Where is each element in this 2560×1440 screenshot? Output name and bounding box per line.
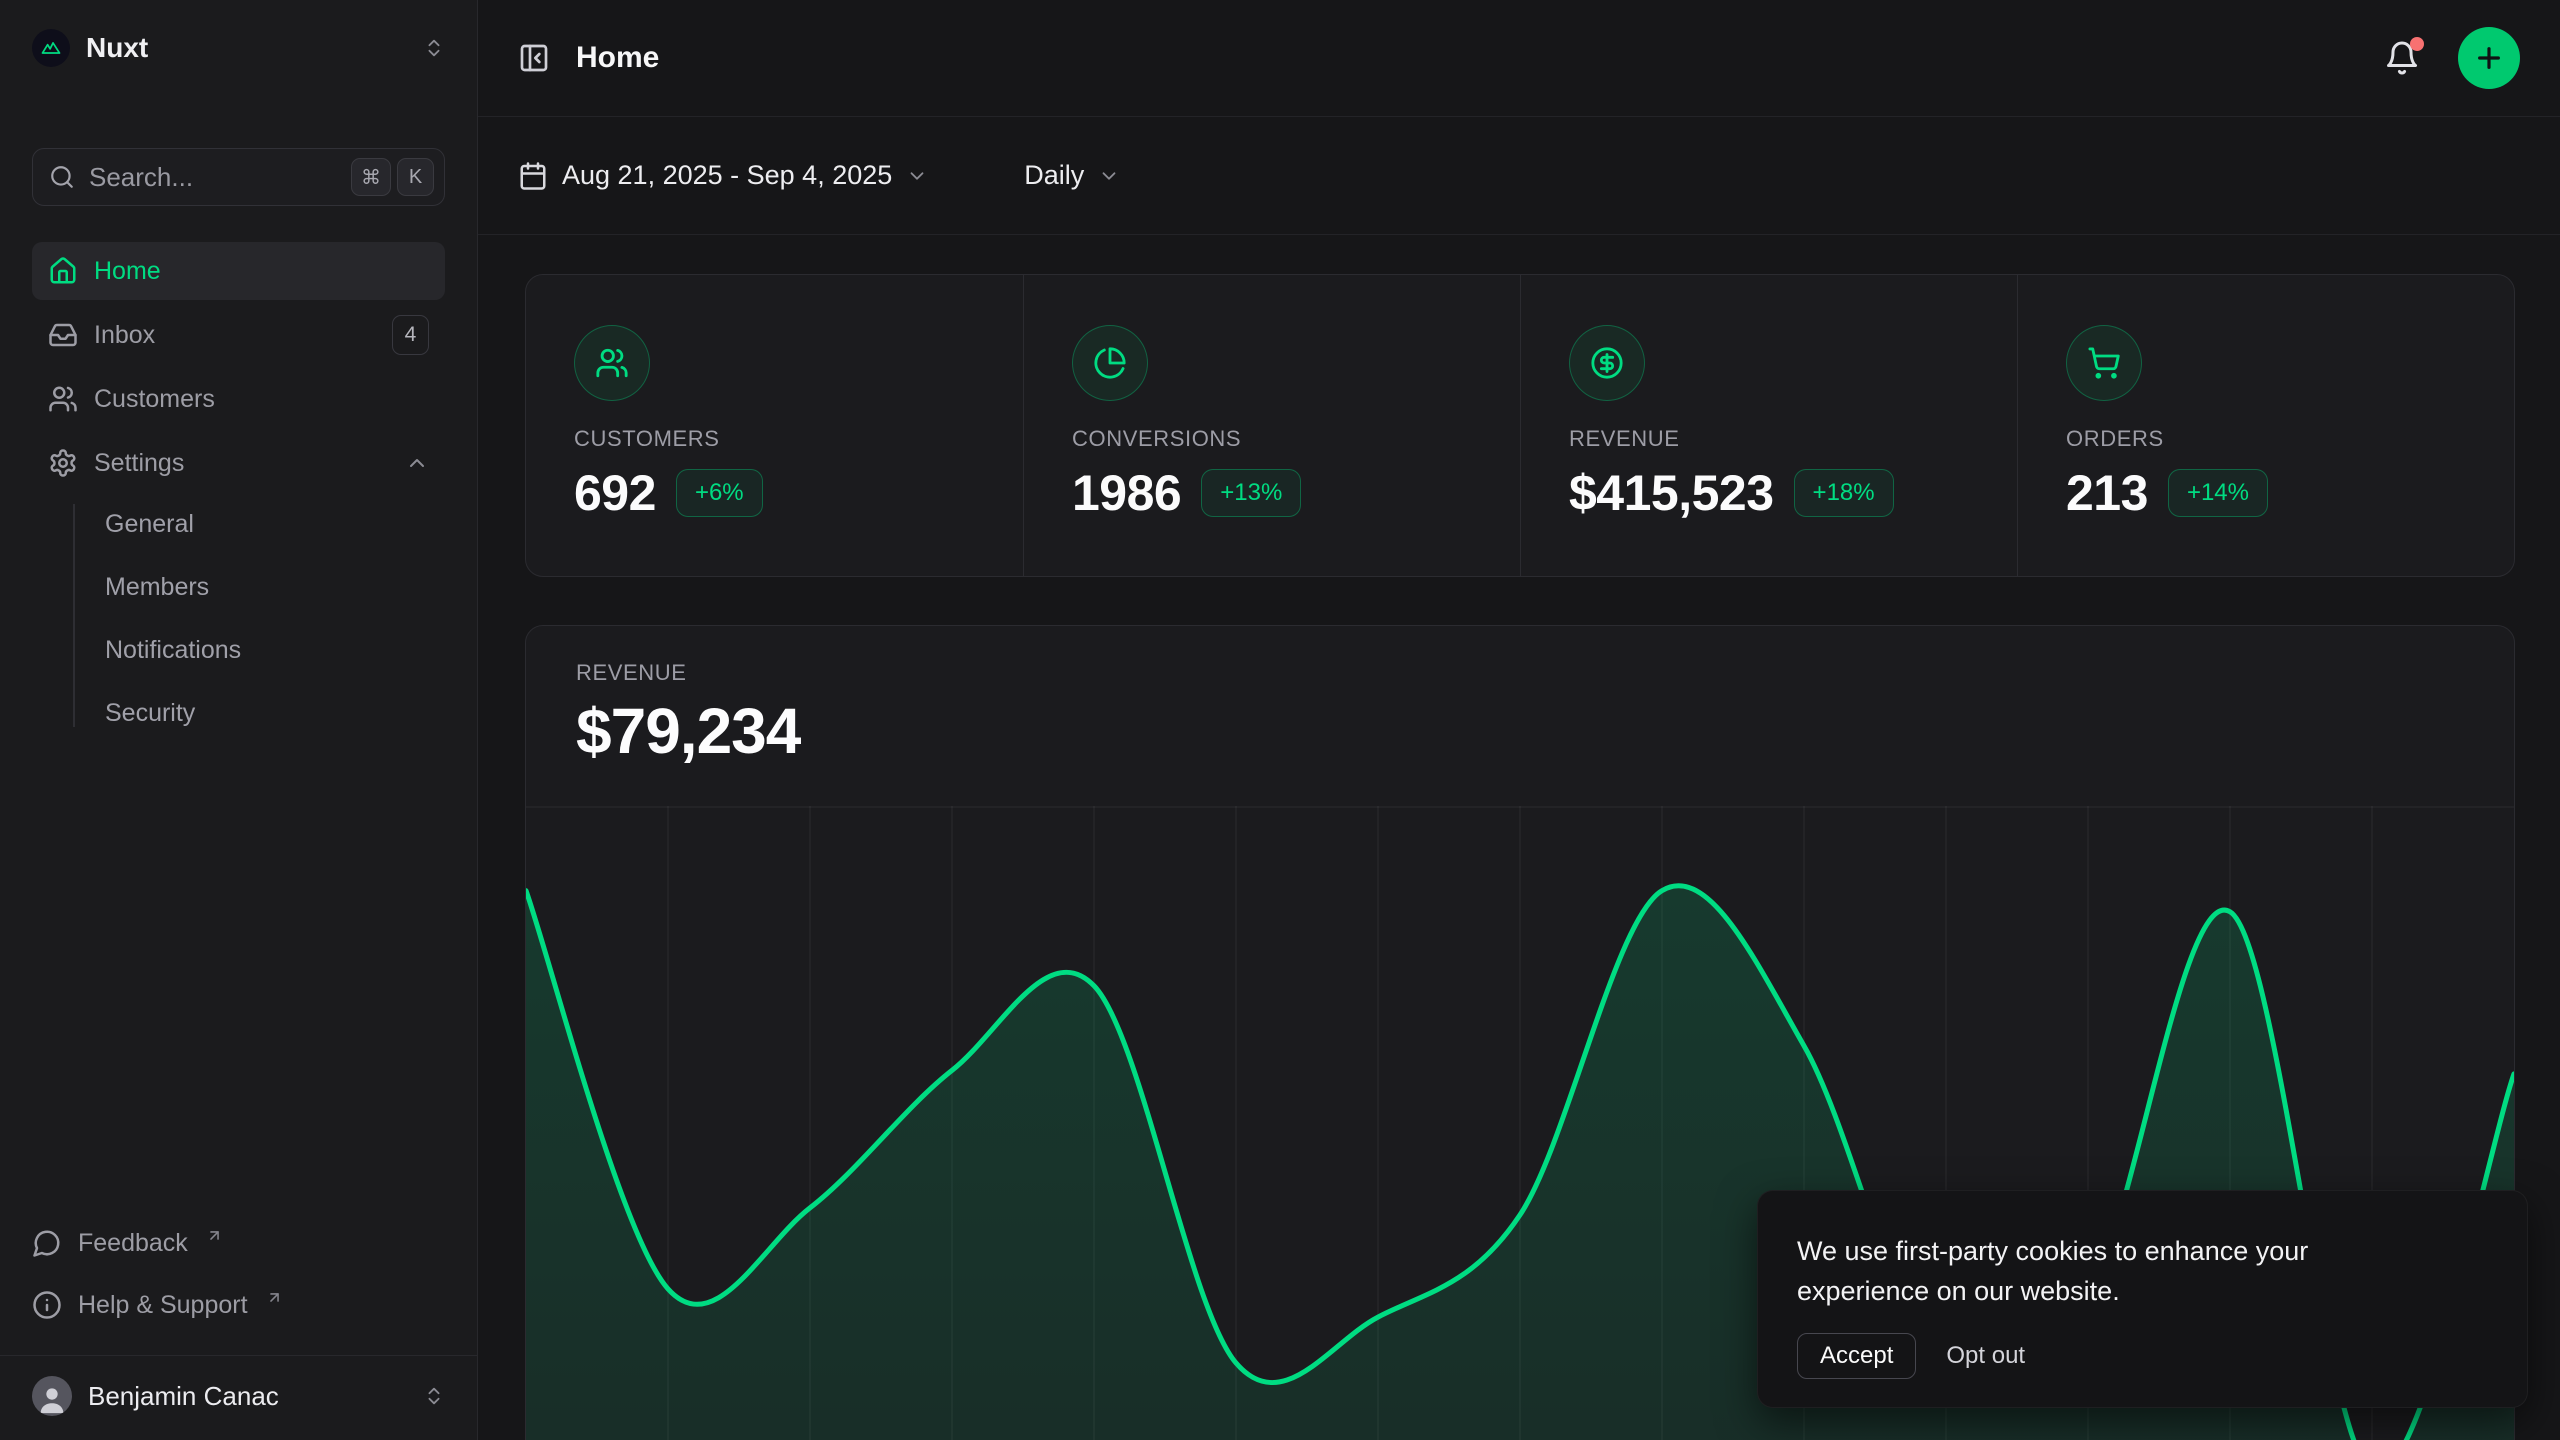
sidebar-item-settings[interactable]: Settings [32,434,445,492]
stat-value: 692 [574,464,656,522]
stats-card: CUSTOMERS 692 +6% CONVERSIONS 1986 +13% [525,274,2515,577]
message-circle-icon [32,1228,62,1258]
sidebar-item-label: Customers [94,385,215,414]
user-name: Benjamin Canac [88,1381,279,1412]
cookie-message: We use first-party cookies to enhance yo… [1797,1231,2437,1311]
shopping-cart-icon [2066,325,2142,401]
cookie-banner: We use first-party cookies to enhance yo… [1757,1190,2528,1408]
notifications-button[interactable] [2384,40,2420,76]
add-button[interactable] [2458,27,2520,89]
sidebar-nav: Home Inbox 4 Customers Settings [32,242,445,752]
period-label: Daily [1024,160,1084,191]
stat-delta-badge: +14% [2168,469,2268,517]
stat-value: 213 [2066,464,2148,522]
users-icon [574,325,650,401]
inbox-count-badge: 4 [392,315,429,355]
date-range-label: Aug 21, 2025 - Sep 4, 2025 [562,160,892,191]
pie-chart-icon [1072,325,1148,401]
sidebar-item-label: Home [94,257,161,286]
search-input-wrap[interactable]: ⌘ K [32,148,445,206]
revenue-chart-value: $79,234 [576,694,2464,768]
settings-subnav: General Members Notifications Security [32,500,445,737]
external-link-icon [206,1227,223,1244]
sidebar-footer: Feedback Help & Support [32,1203,445,1355]
period-select[interactable]: Daily [1024,160,1120,191]
chevron-down-icon [906,165,928,187]
revenue-chart-label: REVENUE [576,660,2464,686]
stat-customers[interactable]: CUSTOMERS 692 +6% [526,275,1023,576]
stat-delta-badge: +6% [676,469,763,517]
stat-revenue[interactable]: REVENUE $415,523 +18% [1520,275,2017,576]
gear-icon [48,448,78,478]
search-kbd-hint: ⌘ K [351,158,434,196]
calendar-icon [518,161,548,191]
feedback-link[interactable]: Feedback [32,1221,445,1265]
top-header: Home [478,0,2560,117]
panel-left-close-icon[interactable] [518,42,550,74]
chevron-up-icon [405,451,429,475]
stat-label: ORDERS [2066,426,2466,452]
stat-label: REVENUE [1569,426,1969,452]
stat-delta-badge: +13% [1201,469,1301,517]
stat-delta-badge: +18% [1794,469,1894,517]
house-icon [48,256,78,286]
notification-dot [2410,37,2424,51]
sidebar-item-label: Settings [94,449,184,478]
external-link-icon [266,1289,283,1306]
date-range-picker[interactable]: Aug 21, 2025 - Sep 4, 2025 [518,160,928,191]
stat-label: CONVERSIONS [1072,426,1472,452]
stat-conversions[interactable]: CONVERSIONS 1986 +13% [1023,275,1520,576]
stat-value: 1986 [1072,464,1181,522]
sidebar-item-inbox[interactable]: Inbox 4 [32,306,445,364]
chevrons-up-down-icon [423,37,445,59]
avatar [32,1376,72,1416]
page-title: Home [576,41,659,75]
search-input[interactable] [89,162,337,193]
sidebar-item-customers[interactable]: Customers [32,370,445,428]
sidebar-item-security[interactable]: Security [32,689,445,737]
chevron-down-icon [1098,165,1120,187]
chevrons-up-down-icon [423,1385,445,1407]
stat-value: $415,523 [1569,464,1774,522]
plus-icon [2473,42,2505,74]
sidebar-item-members[interactable]: Members [32,563,445,611]
sidebar: Nuxt ⌘ K Home [0,0,478,1440]
sidebar-item-notifications[interactable]: Notifications [32,626,445,674]
kbd-cmd: ⌘ [351,158,391,196]
kbd-k: K [397,158,434,196]
footer-link-label: Feedback [78,1229,188,1258]
subnav-guide-line [73,504,75,727]
user-menu[interactable]: Benjamin Canac [32,1376,445,1416]
help-support-link[interactable]: Help & Support [32,1283,445,1327]
app-root: Nuxt ⌘ K Home [0,0,2560,1440]
nuxt-logo-icon [32,29,70,67]
toolbar: Aug 21, 2025 - Sep 4, 2025 Daily [478,117,2560,235]
stat-label: CUSTOMERS [574,426,975,452]
user-section: Benjamin Canac [0,1355,477,1440]
sidebar-item-general[interactable]: General [32,500,445,548]
workspace-switcher[interactable]: Nuxt [32,24,445,72]
info-circle-icon [32,1290,62,1320]
workspace-name: Nuxt [86,32,148,64]
sidebar-item-home[interactable]: Home [32,242,445,300]
users-icon [48,384,78,414]
footer-link-label: Help & Support [78,1291,248,1320]
inbox-icon [48,320,78,350]
stat-orders[interactable]: ORDERS 213 +14% [2017,275,2514,576]
circle-dollar-icon [1569,325,1645,401]
sidebar-item-label: Inbox [94,321,155,350]
opt-out-button[interactable]: Opt out [1930,1334,2041,1378]
accept-button[interactable]: Accept [1797,1333,1916,1379]
search-icon [49,164,75,190]
